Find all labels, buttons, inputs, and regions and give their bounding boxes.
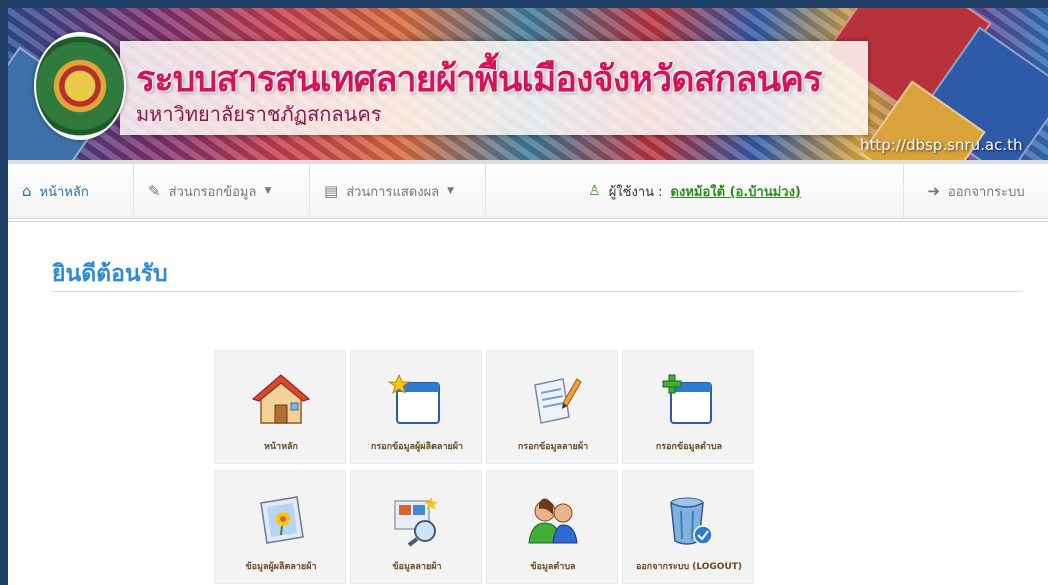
tile-label: กรอกข้อมูลลายผ้า	[517, 442, 589, 452]
chevron-down-icon: ▼	[447, 186, 455, 196]
user-prefix: ผู้ใช้งาน :	[608, 184, 663, 200]
tile-label: ข้อมูลลายผ้า	[392, 562, 442, 572]
house-icon	[251, 373, 311, 427]
nav-input-label: ส่วนกรอกข้อมูล	[168, 184, 257, 200]
tile-label: กรอกข้อมูลผู้ผลิตลายผ้า	[370, 442, 464, 452]
nav-home[interactable]: ⌂ หน้าหลัก	[8, 164, 134, 218]
tile-add-producer[interactable]: กรอกข้อมูลผู้ผลิตลายผ้า	[350, 350, 482, 464]
nav-logout[interactable]: ➜ ออกจากระบบ	[904, 164, 1048, 218]
tile-label: กรอกข้อมูลตำบล	[655, 442, 723, 452]
site-url: http://dbsp.snru.ac.th	[860, 136, 1023, 154]
add-window-icon	[659, 373, 719, 427]
sign-out-icon: ➜	[927, 181, 940, 200]
user-name-link[interactable]: ดงหม้อใต้ (อ.บ้านม่วง)	[671, 181, 801, 202]
tile-home[interactable]: หน้าหลัก	[214, 350, 346, 464]
edit-icon: ✎	[148, 181, 161, 200]
nav-logout-label: ออกจากระบบ	[947, 184, 1025, 200]
tile-label: หน้าหลัก	[263, 442, 299, 452]
tile-label: ข้อมูลผู้ผลิตลายผ้า	[245, 562, 317, 572]
main-navbar: ⌂ หน้าหลัก ✎ ส่วนกรอกข้อมูล ▼ ▤ ส่วนการแ…	[8, 160, 1048, 222]
trash-bin-icon	[659, 493, 719, 547]
site-subtitle: มหาวิทยาลัยราชภัฏสกลนคร	[136, 102, 382, 126]
nav-user: ♙ ผู้ใช้งาน : ดงหม้อใต้ (อ.บ้านม่วง)	[486, 164, 904, 218]
document-pencil-icon	[523, 373, 583, 427]
nav-home-label: หน้าหลัก	[39, 184, 89, 200]
image-search-icon	[387, 493, 447, 547]
users-icon	[523, 493, 583, 547]
new-window-star-icon	[387, 373, 447, 427]
tile-label: ข้อมูลตำบล	[530, 562, 576, 572]
nav-display-label: ส่วนการแสดงผล	[346, 184, 440, 200]
nav-display-menu[interactable]: ▤ ส่วนการแสดงผล ▼	[310, 164, 486, 218]
tile-add-pattern[interactable]: กรอกข้อมูลลายผ้า	[486, 350, 618, 464]
tile-pattern-info[interactable]: ข้อมูลลายผ้า	[350, 470, 482, 584]
page-frame: ระบบสารสนเทศลายผ้าพื้นเมืองจังหวัดสกลนคร…	[8, 8, 1048, 585]
list-icon: ▤	[324, 181, 339, 200]
nav-input-menu[interactable]: ✎ ส่วนกรอกข้อมูล ▼	[134, 164, 310, 218]
picture-flower-icon	[251, 493, 311, 547]
chevron-down-icon: ▼	[264, 186, 272, 196]
user-icon: ♙	[588, 183, 601, 199]
university-logo	[34, 32, 126, 140]
tile-label: ออกจากระบบ (LOGOUT)	[635, 562, 743, 572]
tile-logout[interactable]: ออกจากระบบ (LOGOUT)	[622, 470, 754, 584]
tile-producer-info[interactable]: ข้อมูลผู้ผลิตลายผ้า	[214, 470, 346, 584]
tile-add-district[interactable]: กรอกข้อมูลตำบล	[622, 350, 754, 464]
tile-district-info[interactable]: ข้อมูลตำบล	[486, 470, 618, 584]
header-banner: ระบบสารสนเทศลายผ้าพื้นเมืองจังหวัดสกลนคร…	[8, 8, 1048, 160]
home-icon: ⌂	[22, 181, 32, 200]
page-title: ยินดีต้อนรับ	[52, 256, 1022, 292]
